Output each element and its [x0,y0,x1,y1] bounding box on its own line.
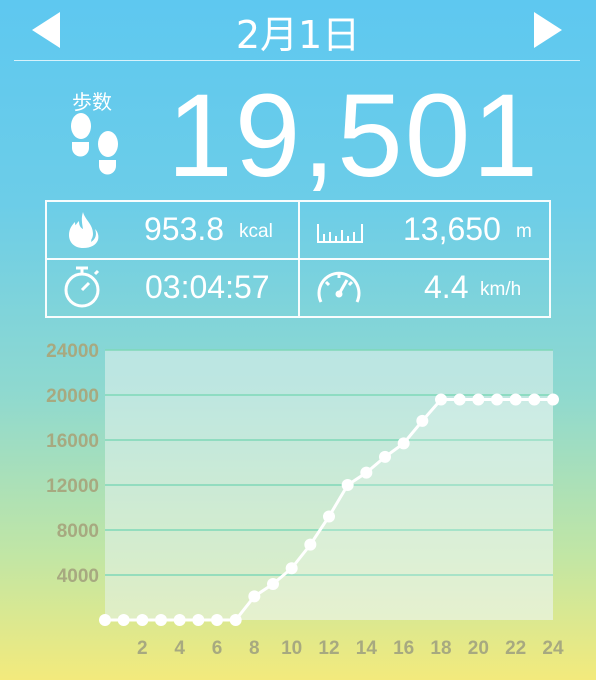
y-tick-label: 12000 [46,476,99,497]
data-point [248,590,261,603]
data-point [360,466,373,479]
stats-panel: 953.8 kcal 13,650 m 03:04:57 4.4 km/h [45,200,551,318]
x-tick-label: 6 [212,638,223,659]
y-tick-label: 8000 [57,521,99,542]
x-tick-label: 12 [318,638,339,659]
data-point [99,614,111,626]
x-tick-label: 14 [356,638,378,659]
x-tick-label: 18 [430,638,451,659]
data-point [509,393,522,406]
calories-value: 953.8 [144,211,225,247]
distance-unit: m [516,221,532,242]
y-tick-label: 20000 [46,386,99,407]
data-point [136,614,149,626]
data-point [435,393,447,406]
data-point [285,562,298,575]
data-point [547,393,559,406]
speedometer-icon [317,271,361,303]
data-point [155,614,167,626]
date-header: 2月1日 [0,0,596,62]
data-point [341,479,354,491]
y-tick-label: 24000 [46,341,99,362]
x-tick-label: 8 [249,638,260,659]
footprints-icon [71,113,118,175]
speed-value: 4.4 [424,269,469,305]
steps-count: 19,501 [167,70,540,202]
x-tick-label: 16 [393,638,414,659]
data-point [117,614,130,626]
data-point [211,614,223,626]
data-point [397,437,410,450]
steps-label: 歩数 [72,90,112,114]
data-point [304,538,317,551]
data-point [453,393,466,406]
data-point [229,614,242,626]
data-point [491,393,503,406]
date-title: 2月1日 [235,13,361,57]
data-point [267,578,279,590]
distance-value: 13,650 [403,211,501,247]
x-tick-label: 10 [281,638,302,659]
speed-unit: km/h [480,279,522,300]
x-tick-label: 20 [468,638,489,659]
data-point [379,450,391,463]
data-point [416,414,429,427]
x-tick-label: 2 [137,638,148,659]
ruler-icon [317,224,363,243]
data-point [192,614,205,626]
stopwatch-icon [64,266,100,308]
data-point [323,510,335,523]
time-value: 03:04:57 [145,269,270,305]
speed-cell: 4.4 km/h [300,260,549,316]
x-tick-label: 24 [542,638,564,659]
y-tick-label: 16000 [46,431,99,452]
x-tick-label: 22 [505,638,526,659]
time-cell: 03:04:57 [47,260,298,316]
next-day-button[interactable] [534,12,562,48]
data-point [173,614,186,626]
flame-icon [69,212,99,248]
x-tick-label: 4 [174,638,185,659]
data-point [472,393,485,406]
steps-chart: 40008000120001600020000240002 4 6 8 10 12 14 16… [46,341,564,659]
data-point [528,393,541,406]
distance-cell: 13,650 m [300,202,549,258]
header-divider [14,60,580,61]
calories-cell: 953.8 kcal [47,202,298,258]
calories-unit: kcal [239,221,273,242]
y-tick-label: 4000 [57,566,99,587]
